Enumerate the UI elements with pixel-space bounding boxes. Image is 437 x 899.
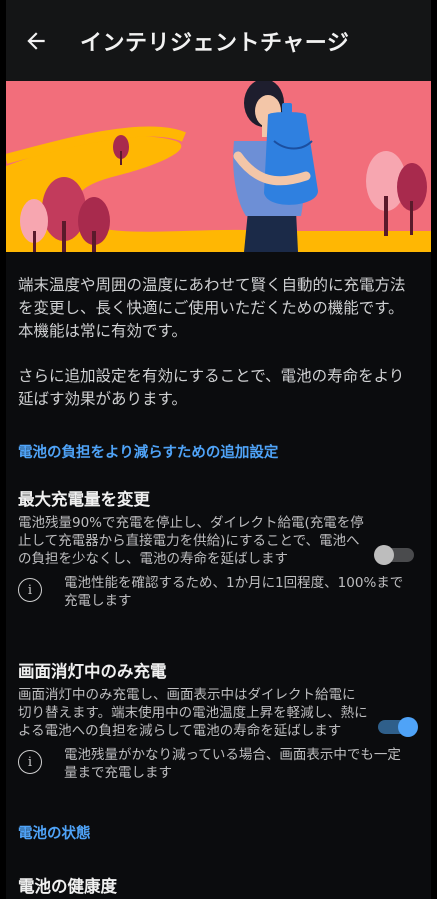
water-bottle [264, 103, 318, 205]
toggle-screen-off-charge[interactable] [378, 717, 418, 737]
app-bar: インテリジェントチャージ [6, 0, 431, 81]
arrow-back-icon [27, 31, 45, 50]
info-icon: i [18, 578, 42, 602]
setting-desc-max-charge: 電池残量90%で充電を停止し、ダイレクト給電(充電を停止して充電器から直接電力を… [18, 515, 364, 567]
setting-battery-health[interactable]: 電池の健康度 [6, 873, 431, 897]
intro-text: 端末温度や周囲の温度にあわせて賢く自動的に充電方法を変更し、長く快適にご使用いた… [6, 252, 431, 411]
setting-title-max-charge: 最大充電量を変更 [18, 490, 150, 509]
note-text-max-charge: 電池性能を確認するため、1か月に1回程度、100%まで充電します [64, 575, 404, 609]
page-title: インテリジェントチャージ [80, 30, 350, 56]
screen: インテリジェントチャージ 端末温度や周囲の温度にあわせて賢く自動的に充電方法を変… [6, 0, 431, 899]
note-max-charge: i 電池性能を確認するため、1か月に1回程度、100%まで充電します [18, 574, 419, 610]
section-header-battery-status: 電池の状態 [18, 826, 91, 842]
back-button[interactable] [6, 11, 66, 71]
setting-screen-off-charge[interactable]: 画面消灯中のみ充電 画面消灯中のみ充電し、画面表示中はダイレクト給電に切り替えま… [6, 658, 431, 782]
note-text-screen-off-charge: 電池残量がかなり減っている場合、画面表示中でも一定量まで充電します [64, 747, 401, 781]
setting-title-screen-off-charge: 画面消灯中のみ充電 [18, 662, 167, 681]
tree-right-2 [397, 163, 427, 235]
note-screen-off-charge: i 電池残量がかなり減っている場合、画面表示中でも一定量まで充電します [18, 746, 419, 782]
intro-paragraph-1: 端末温度や周囲の温度にあわせて賢く自動的に充電方法を変更し、長く快適にご使用いた… [18, 276, 406, 340]
info-icon: i [18, 750, 42, 774]
toggle-knob [398, 717, 418, 737]
setting-desc-screen-off-charge: 画面消灯中のみ充電し、画面表示中はダイレクト給電に切り替えます。端末使用中の電池… [18, 687, 368, 739]
setting-max-charge[interactable]: 最大充電量を変更 電池残量90%で充電を停止し、ダイレクト給電(充電を停止して充… [6, 486, 431, 610]
person-illustration [233, 81, 318, 252]
toggle-knob [374, 545, 394, 565]
hero-illustration [6, 81, 431, 252]
intro-paragraph-2: さらに追加設定を有効にすることで、電池の寿命をより延ばす効果があります。 [18, 367, 405, 408]
toggle-max-charge[interactable] [374, 545, 414, 565]
setting-title-battery-health: 電池の健康度 [18, 877, 117, 896]
section-header-extra-settings: 電池の負担をより減らすための追加設定 [18, 445, 279, 461]
